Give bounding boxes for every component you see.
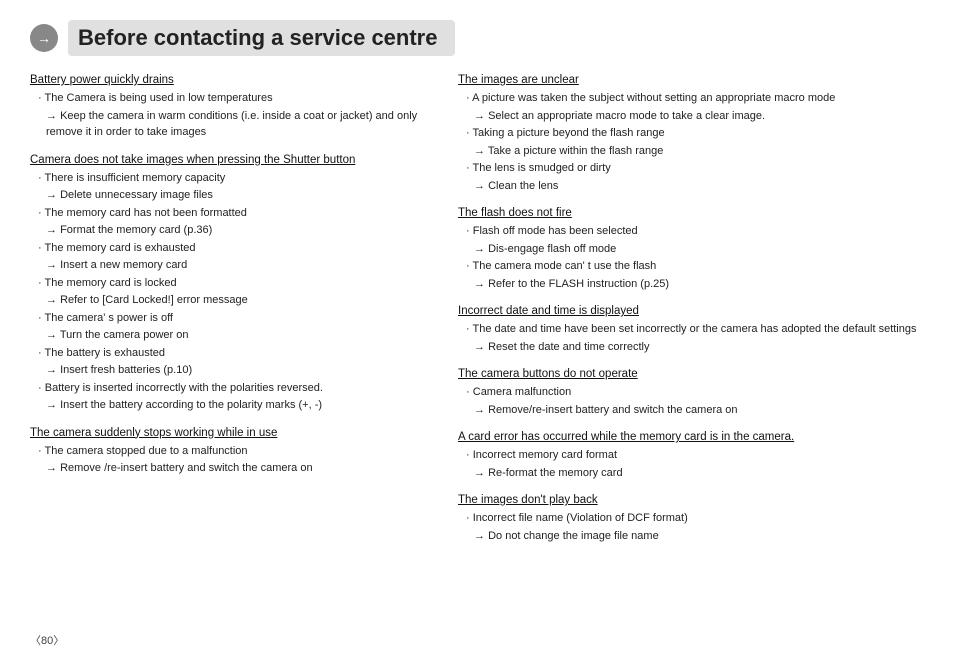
item-flash-no-fire-1: Dis-engage flash off mode — [474, 241, 924, 258]
section-title-buttons-no-operate: The camera buttons do not operate — [458, 368, 924, 380]
section-incorrect-date: Incorrect date and time is displayed The … — [458, 305, 924, 355]
page: Before contacting a service centre Batte… — [0, 0, 954, 660]
item-camera-stops-1: Remove /re-insert battery and switch the… — [46, 460, 428, 477]
section-title-flash-no-fire: The flash does not fire — [458, 207, 924, 219]
item-camera-no-take-10: The battery is exhausted — [38, 345, 428, 362]
item-battery-drains-1: Keep the camera in warm conditions (i.e.… — [46, 108, 428, 141]
item-card-error-0: Incorrect memory card format — [466, 447, 924, 464]
section-title-images-unclear: The images are unclear — [458, 74, 924, 86]
item-flash-no-fire-2: The camera mode can' t use the flash — [466, 258, 924, 275]
item-camera-no-take-5: Insert a new memory card — [46, 257, 428, 274]
item-flash-no-fire-3: Refer to the FLASH instruction (p.25) — [474, 276, 924, 293]
section-title-camera-stops: The camera suddenly stops working while … — [30, 427, 428, 439]
item-flash-no-fire-0: Flash off mode has been selected — [466, 223, 924, 240]
item-camera-no-take-9: Turn the camera power on — [46, 327, 428, 344]
item-buttons-no-operate-1: Remove/re-insert battery and switch the … — [474, 402, 924, 419]
left-column: Battery power quickly drains The Camera i… — [30, 74, 448, 557]
section-camera-stops: The camera suddenly stops working while … — [30, 427, 428, 477]
item-battery-drains-0: The Camera is being used in low temperat… — [38, 90, 428, 107]
item-images-unclear-3: Take a picture within the flash range — [474, 143, 924, 160]
page-title: Before contacting a service centre — [68, 20, 455, 56]
right-column: The images are unclear A picture was take… — [448, 74, 924, 557]
header-arrow-icon — [30, 24, 58, 52]
item-images-no-playback-1: Do not change the image file name — [474, 528, 924, 545]
page-number: 〈80〉 — [30, 635, 64, 647]
item-camera-no-take-6: The memory card is locked — [38, 275, 428, 292]
item-camera-stops-0: The camera stopped due to a malfunction — [38, 443, 428, 460]
item-images-no-playback-0: Incorrect file name (Violation of DCF fo… — [466, 510, 924, 527]
item-camera-no-take-13: Insert the battery according to the pola… — [46, 397, 428, 414]
section-buttons-no-operate: The camera buttons do not operate Camera … — [458, 368, 924, 418]
item-card-error-1: Re-format the memory card — [474, 465, 924, 482]
section-title-images-no-playback: The images don't play back — [458, 494, 924, 506]
item-camera-no-take-12: Battery is inserted incorrectly with the… — [38, 380, 428, 397]
item-camera-no-take-11: Insert fresh batteries (p.10) — [46, 362, 428, 379]
item-camera-no-take-0: There is insufficient memory capacity — [38, 170, 428, 187]
item-camera-no-take-8: The camera' s power is off — [38, 310, 428, 327]
item-camera-no-take-7: Refer to [Card Locked!] error message — [46, 292, 428, 309]
item-images-unclear-5: Clean the lens — [474, 178, 924, 195]
item-camera-no-take-1: Delete unnecessary image files — [46, 187, 428, 204]
item-incorrect-date-1: Reset the date and time correctly — [474, 339, 924, 356]
section-title-battery-drains: Battery power quickly drains — [30, 74, 428, 86]
content-area: Battery power quickly drains The Camera i… — [30, 74, 924, 557]
item-images-unclear-4: The lens is smudged or dirty — [466, 160, 924, 177]
page-footer: 〈80〉 — [30, 632, 64, 648]
item-buttons-no-operate-0: Camera malfunction — [466, 384, 924, 401]
item-camera-no-take-3: Format the memory card (p.36) — [46, 222, 428, 239]
section-camera-no-take: Camera does not take images when pressin… — [30, 154, 428, 414]
item-images-unclear-1: Select an appropriate macro mode to take… — [474, 108, 924, 125]
section-title-card-error: A card error has occurred while the memo… — [458, 431, 924, 443]
item-camera-no-take-4: The memory card is exhausted — [38, 240, 428, 257]
item-images-unclear-0: A picture was taken the subject without … — [466, 90, 924, 107]
section-images-no-playback: The images don't play back Incorrect file… — [458, 494, 924, 544]
item-incorrect-date-0: The date and time have been set incorrec… — [466, 321, 924, 338]
section-images-unclear: The images are unclear A picture was take… — [458, 74, 924, 194]
section-battery-drains: Battery power quickly drains The Camera i… — [30, 74, 428, 141]
item-camera-no-take-2: The memory card has not been formatted — [38, 205, 428, 222]
section-card-error: A card error has occurred while the memo… — [458, 431, 924, 481]
section-title-camera-no-take: Camera does not take images when pressin… — [30, 154, 428, 166]
section-title-incorrect-date: Incorrect date and time is displayed — [458, 305, 924, 317]
item-images-unclear-2: Taking a picture beyond the flash range — [466, 125, 924, 142]
section-flash-no-fire: The flash does not fire Flash off mode ha… — [458, 207, 924, 292]
page-header: Before contacting a service centre — [30, 20, 924, 56]
